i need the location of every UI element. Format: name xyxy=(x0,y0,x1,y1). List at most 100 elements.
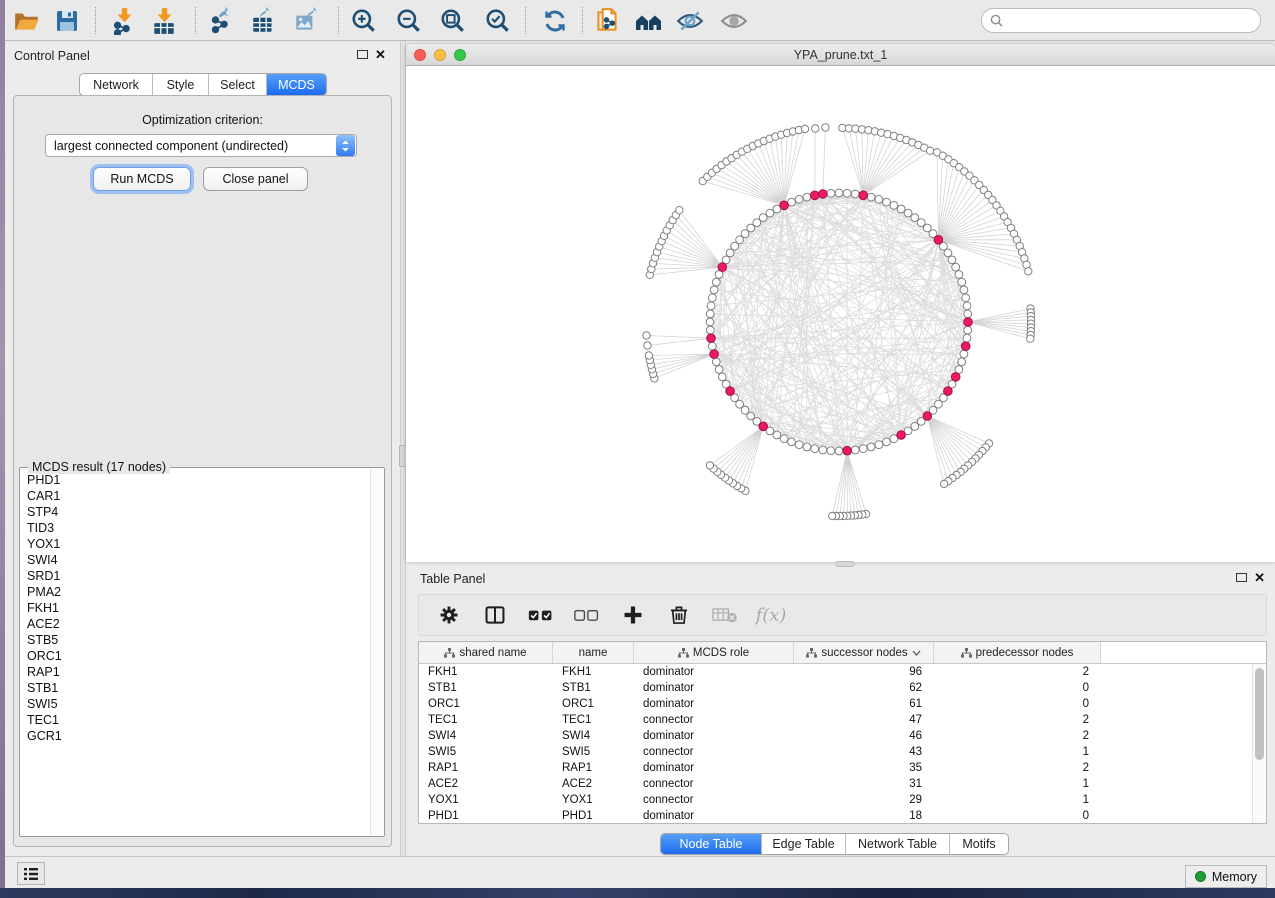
import-table-icon[interactable] xyxy=(147,4,181,38)
run-mcds-button[interactable]: Run MCDS xyxy=(93,167,191,191)
network-node[interactable] xyxy=(958,278,966,286)
mcds-result-item[interactable]: GCR1 xyxy=(21,728,370,744)
search-input[interactable] xyxy=(1008,14,1252,28)
network-node[interactable] xyxy=(712,278,720,286)
network-node[interactable] xyxy=(706,462,713,469)
zoom-fit-icon[interactable] xyxy=(436,4,470,38)
float-panel-icon[interactable] xyxy=(357,50,368,59)
table-row[interactable]: STB1STB1dominator620 xyxy=(419,680,1266,696)
network-node[interactable] xyxy=(706,326,714,334)
network-node[interactable] xyxy=(883,198,891,206)
table-row[interactable]: RAP1RAP1dominator352 xyxy=(419,760,1266,776)
tab-style[interactable]: Style xyxy=(153,74,209,95)
close-panel-icon[interactable]: ✕ xyxy=(375,50,386,59)
network-hub-node[interactable] xyxy=(811,191,820,200)
mcds-result-item[interactable]: RAP1 xyxy=(21,664,370,680)
tab-network-table[interactable]: Network Table xyxy=(846,834,950,854)
network-node[interactable] xyxy=(1025,268,1032,275)
tab-motifs[interactable]: Motifs xyxy=(950,834,1008,854)
network-node[interactable] xyxy=(708,294,716,302)
network-window-titlebar[interactable]: YPA_prune.txt_1 xyxy=(406,44,1275,66)
search-box[interactable] xyxy=(981,8,1261,33)
column-header[interactable]: shared name xyxy=(419,642,553,663)
mcds-result-item[interactable]: ORC1 xyxy=(21,648,370,664)
network-node[interactable] xyxy=(859,445,867,453)
zoom-selected-icon[interactable] xyxy=(481,4,515,38)
network-node[interactable] xyxy=(851,190,859,198)
memory-button[interactable]: Memory xyxy=(1185,865,1267,888)
add-column-icon[interactable] xyxy=(619,601,647,629)
network-node[interactable] xyxy=(643,332,650,339)
network-node[interactable] xyxy=(706,318,714,326)
mcds-result-item[interactable]: SWI5 xyxy=(21,696,370,712)
table-scrollbar[interactable] xyxy=(1252,664,1266,823)
mcds-result-item[interactable]: SWI4 xyxy=(21,552,370,568)
mcds-result-item[interactable]: TID3 xyxy=(21,520,370,536)
network-hub-node[interactable] xyxy=(710,350,719,359)
network-node[interactable] xyxy=(712,358,720,366)
table-scrollbar-thumb[interactable] xyxy=(1255,668,1264,760)
horizontal-splitter-handle[interactable] xyxy=(835,561,855,567)
network-node[interactable] xyxy=(964,326,972,334)
network-hub-node[interactable] xyxy=(944,387,953,396)
clone-network-icon[interactable] xyxy=(590,4,624,38)
mcds-result-item[interactable]: SRD1 xyxy=(21,568,370,584)
show-all-eye-icon[interactable] xyxy=(717,4,751,38)
select-all-checkboxes-icon[interactable] xyxy=(527,601,555,629)
function-builder-icon[interactable]: f(x) xyxy=(757,601,785,629)
network-node[interactable] xyxy=(952,263,960,271)
network-node[interactable] xyxy=(897,205,905,213)
tab-edge-table[interactable]: Edge Table xyxy=(762,834,846,854)
network-node[interactable] xyxy=(851,446,859,454)
mcds-result-list[interactable]: PHD1CAR1STP4TID3YOX1SWI4SRD1PMA2FKH1ACE2… xyxy=(21,472,370,835)
mcds-result-item[interactable]: YOX1 xyxy=(21,536,370,552)
gear-icon[interactable] xyxy=(435,601,463,629)
mcds-result-item[interactable]: ACE2 xyxy=(21,616,370,632)
mcds-result-item[interactable]: STB1 xyxy=(21,680,370,696)
network-node[interactable] xyxy=(715,366,723,374)
table-row[interactable]: ORC1ORC1dominator610 xyxy=(419,696,1266,712)
network-node[interactable] xyxy=(718,373,726,381)
mcds-result-item[interactable]: CAR1 xyxy=(21,488,370,504)
network-node[interactable] xyxy=(812,125,819,132)
mcds-result-item[interactable]: TEC1 xyxy=(21,712,370,728)
table-row[interactable]: ACE2ACE2connector311 xyxy=(419,776,1266,792)
network-node[interactable] xyxy=(788,438,796,446)
export-image-icon[interactable] xyxy=(290,4,324,38)
hide-selected-eye-icon[interactable] xyxy=(673,4,707,38)
import-network-icon[interactable] xyxy=(107,4,141,38)
close-panel-icon[interactable]: ✕ xyxy=(1254,573,1265,582)
close-panel-button[interactable]: Close panel xyxy=(203,167,308,191)
network-hub-node[interactable] xyxy=(951,373,960,382)
optimization-criterion-select[interactable]: largest connected component (undirected) xyxy=(45,134,357,157)
network-node[interactable] xyxy=(962,294,970,302)
network-node[interactable] xyxy=(707,302,715,310)
network-node[interactable] xyxy=(822,124,829,131)
network-node[interactable] xyxy=(960,350,968,358)
network-node[interactable] xyxy=(843,189,851,197)
column-header[interactable]: predecessor nodes xyxy=(934,642,1101,663)
table-row[interactable]: TEC1TEC1connector472 xyxy=(419,712,1266,728)
network-node[interactable] xyxy=(795,441,803,449)
network-hub-node[interactable] xyxy=(718,263,727,272)
network-hub-node[interactable] xyxy=(780,201,789,210)
column-header[interactable]: MCDS role xyxy=(634,642,794,663)
network-node[interactable] xyxy=(710,286,718,294)
network-hub-node[interactable] xyxy=(707,334,716,343)
network-node[interactable] xyxy=(829,512,836,519)
network-node[interactable] xyxy=(958,358,966,366)
network-node[interactable] xyxy=(835,189,843,197)
network-node[interactable] xyxy=(827,189,835,197)
network-node[interactable] xyxy=(645,352,652,359)
network-node[interactable] xyxy=(867,193,875,201)
table-row[interactable]: SWI4SWI4dominator462 xyxy=(419,728,1266,744)
tab-network[interactable]: Network xyxy=(80,74,153,95)
network-hub-node[interactable] xyxy=(726,387,735,396)
tab-select[interactable]: Select xyxy=(209,74,267,95)
network-node[interactable] xyxy=(964,310,972,318)
table-row[interactable]: SWI5SWI5connector431 xyxy=(419,744,1266,760)
tab-mcds[interactable]: MCDS xyxy=(267,74,326,95)
network-node[interactable] xyxy=(676,207,683,214)
network-node[interactable] xyxy=(803,193,811,201)
network-node[interactable] xyxy=(803,443,811,451)
